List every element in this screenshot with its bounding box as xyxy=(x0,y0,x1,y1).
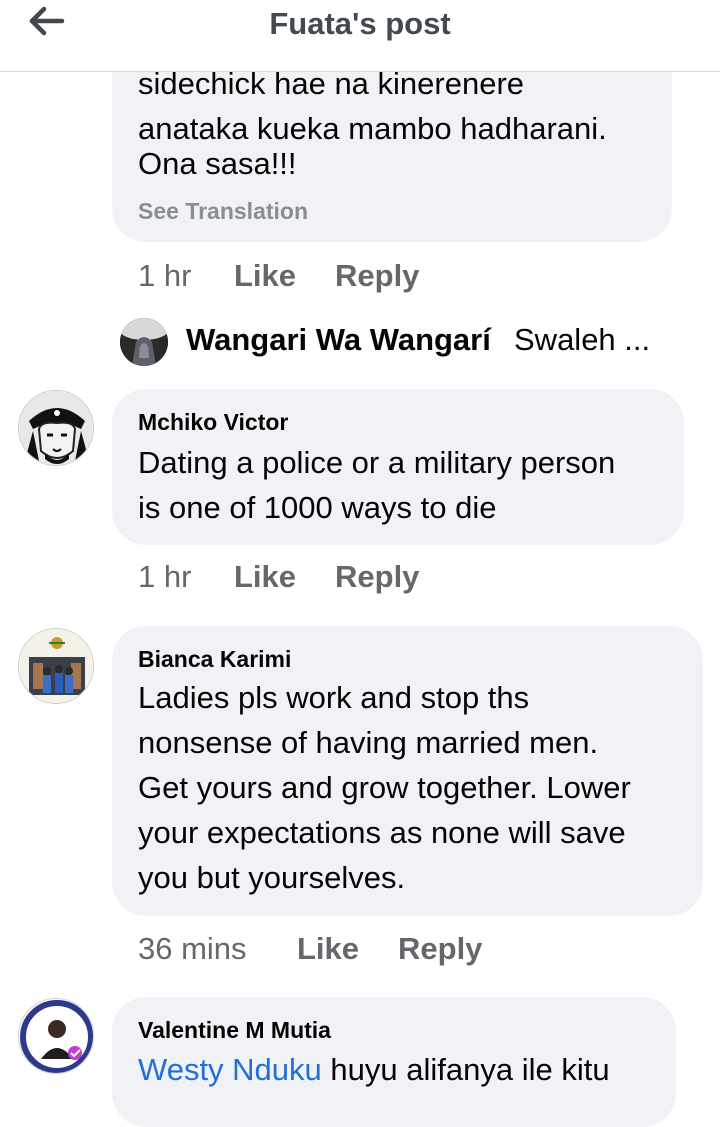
comment-text-line: you but yourselves. xyxy=(138,860,406,895)
comment-text-line: Dating a police or a military person xyxy=(138,445,616,480)
comment-bubble[interactable]: Bianca Karimi Ladies pls work and stop t… xyxy=(112,626,703,916)
comment-bubble[interactable]: Mchiko Victor Dating a police or a milit… xyxy=(112,389,684,545)
reply-button[interactable]: Reply xyxy=(398,931,482,967)
avatar[interactable] xyxy=(18,390,94,466)
reply-button[interactable]: Reply xyxy=(335,559,419,595)
avatar[interactable] xyxy=(18,628,94,704)
comment-time: 1 hr xyxy=(138,258,192,293)
comment-bubble[interactable]: Valentine M Mutia Westy Nduku huyu alifa… xyxy=(112,997,676,1127)
reply-snippet: Swaleh ... xyxy=(514,322,651,357)
comment-text-line: nonsense of having married men. xyxy=(138,725,599,760)
comment-time: 1 hr xyxy=(138,559,192,594)
top-bar: Fuata's post xyxy=(0,0,720,72)
see-translation-link[interactable]: See Translation xyxy=(138,198,308,225)
avatar[interactable] xyxy=(120,318,168,366)
comment-text-line: is one of 1000 ways to die xyxy=(138,490,497,525)
comment-author[interactable]: Valentine M Mutia xyxy=(138,1017,331,1044)
reply-button[interactable]: Reply xyxy=(335,258,419,294)
page-title: Fuata's post xyxy=(269,6,451,41)
comment-time: 36 mins xyxy=(138,931,247,966)
avatar[interactable] xyxy=(18,998,94,1074)
like-button[interactable]: Like xyxy=(234,258,296,294)
comment-text-line: Westy Nduku huyu alifanya ile kitu xyxy=(138,1047,610,1092)
mention-link[interactable]: Westy Nduku xyxy=(138,1052,322,1087)
reply-author-name[interactable]: Wangari Wa Wangarí xyxy=(186,322,491,358)
comment-author[interactable]: Bianca Karimi xyxy=(138,646,291,673)
comment-text-line: your expectations as none will save xyxy=(138,815,626,850)
comment-text: huyu alifanya ile kitu xyxy=(321,1052,610,1087)
like-button[interactable]: Like xyxy=(234,559,296,595)
comment-text-line: Get yours and grow together. Lower xyxy=(138,770,631,805)
comment-text-line: Ona sasa!!! xyxy=(138,146,297,181)
comment-author[interactable]: Mchiko Victor xyxy=(138,409,288,436)
like-button[interactable]: Like xyxy=(297,931,359,967)
comment-text-line: Ladies pls work and stop ths xyxy=(138,680,530,715)
